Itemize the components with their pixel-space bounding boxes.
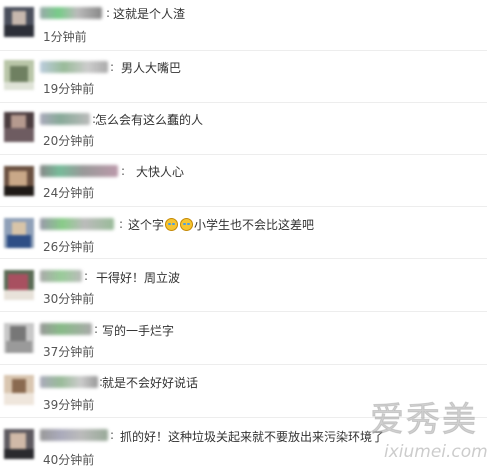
comment-text: 抓的好！这种垃圾关起来就不要放出来污染环境了 — [120, 430, 385, 444]
avatar[interactable] — [4, 323, 34, 353]
comment-time: 37分钟前 — [43, 345, 95, 359]
comment-text: 男人大嘴巴 — [121, 61, 182, 75]
comment-text: 这个字 小学生也不会比这差吧 — [128, 218, 314, 232]
username[interactable] — [40, 323, 92, 335]
comment-text: 怎么会有这么蠢的人 — [95, 113, 204, 127]
separator: : — [94, 322, 99, 336]
watermark-logo: 爱秀美 — [370, 400, 478, 441]
divider — [0, 50, 487, 51]
divider — [0, 364, 487, 365]
username[interactable] — [40, 113, 90, 125]
divider — [0, 206, 487, 207]
username[interactable] — [40, 7, 102, 19]
comment-item: : 大快人心 24分钟前 — [0, 156, 487, 207]
avatar[interactable] — [4, 429, 34, 459]
comment-item: : 干得好！周立波 30分钟前 — [0, 260, 487, 312]
separator: : — [110, 428, 115, 442]
avatar[interactable] — [4, 7, 34, 37]
avatar[interactable] — [4, 112, 34, 142]
laugh-cry-icon — [180, 218, 194, 231]
comment-time: 26分钟前 — [43, 240, 95, 254]
avatar[interactable] — [4, 166, 34, 196]
separator: : — [119, 217, 124, 231]
username[interactable] — [40, 429, 108, 441]
comment-time: 19分钟前 — [43, 82, 95, 96]
comment-item: : 怎么会有这么蠢的人 20分钟前 — [0, 104, 487, 155]
avatar[interactable] — [4, 218, 34, 248]
comment-text: 这就是个人渣 — [113, 7, 186, 21]
divider — [0, 102, 487, 103]
comment-text: 写的一手烂字 — [102, 324, 175, 338]
comment-time: 30分钟前 — [43, 292, 95, 306]
comment-time: 39分钟前 — [43, 398, 95, 412]
comment-text-before: 这个字 — [128, 218, 165, 232]
comment-item: : 写的一手烂字 37分钟前 — [0, 313, 487, 365]
avatar[interactable] — [4, 60, 34, 90]
laugh-cry-icon — [165, 218, 179, 231]
avatar[interactable] — [4, 270, 34, 300]
comment-item: : 男人大嘴巴 19分钟前 — [0, 52, 487, 103]
avatar[interactable] — [4, 375, 34, 405]
divider — [0, 311, 487, 312]
comment-item: : 这个字 小学生也不会比这差吧 26分钟前 — [0, 208, 487, 259]
comment-text: 大快人心 — [136, 165, 185, 179]
comment-item: : 这就是个人渣 1分钟前 — [0, 0, 487, 51]
comment-time: 24分钟前 — [43, 186, 95, 200]
username[interactable] — [40, 270, 82, 282]
comment-text: 就是不会好好说话 — [102, 376, 199, 390]
comment-time: 40分钟前 — [43, 453, 95, 467]
comment-text-after: 小学生也不会比这差吧 — [194, 218, 315, 232]
watermark-url: ixiumei.com — [384, 442, 487, 462]
separator: : — [106, 6, 111, 20]
separator: : — [110, 60, 115, 74]
comment-time: 1分钟前 — [43, 30, 87, 44]
username[interactable] — [40, 218, 114, 230]
divider — [0, 154, 487, 155]
comment-time: 20分钟前 — [43, 134, 95, 148]
comment-text: 干得好！周立波 — [96, 271, 181, 285]
username[interactable] — [40, 165, 118, 177]
username[interactable] — [40, 61, 108, 73]
separator: : — [121, 164, 126, 178]
divider — [0, 258, 487, 259]
username[interactable] — [40, 376, 98, 388]
separator: : — [84, 269, 89, 283]
